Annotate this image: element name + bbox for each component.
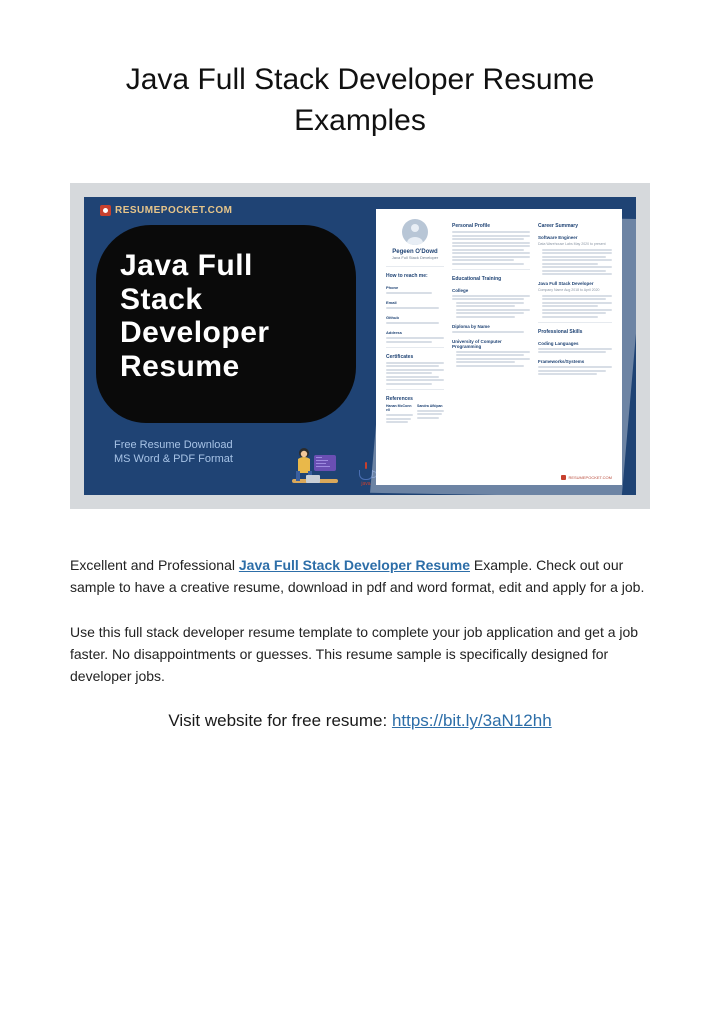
resume-role: Java Full Stack Developer [386, 255, 444, 260]
subheading-1: Free Resume Download [114, 439, 233, 451]
career-summary-heading: Career Summary [538, 223, 612, 229]
job1-dates: Data Warehouse Labs May 2020 to present [538, 242, 612, 247]
headline-line-1: Java Full [120, 249, 336, 283]
address-heading: Address [386, 330, 444, 335]
phone-heading: Phone [386, 285, 444, 290]
profile-heading: Personal Profile [452, 223, 530, 229]
headline-blob: Java Full Stack Developer Resume [96, 225, 356, 423]
headline-text: Java Full Stack Developer Resume [96, 225, 356, 383]
ref1-name: Hanan McConnell [386, 404, 413, 413]
university-heading: University of Computer Programming [452, 339, 530, 349]
github-heading: Github [386, 315, 444, 320]
paragraph-2: Use this full stack developer resume tem… [70, 622, 650, 687]
resume-preview-card: Pegeen O'Dowd Java Full Stack Developer … [376, 209, 622, 485]
headline-line-3: Developer [120, 316, 336, 350]
diploma-heading: Diploma by Name [452, 324, 530, 329]
references-heading: References [386, 396, 444, 402]
para1-a: Excellent and Professional [70, 557, 239, 573]
subheading-2: MS Word & PDF Format [114, 453, 233, 465]
cta-line: Visit website for free resume: https://b… [70, 711, 650, 731]
brand-logo: RESUMEPOCKET.COM [100, 205, 232, 216]
avatar-icon [402, 219, 428, 245]
person-illustration [286, 437, 348, 489]
college-heading: College [452, 288, 530, 293]
paragraph-1: Excellent and Professional Java Full Sta… [70, 555, 650, 598]
headline-line-2: Stack [120, 283, 336, 317]
frameworks-heading: Frameworks/Systems [538, 359, 612, 364]
reach-heading: How to reach me: [386, 273, 444, 279]
ref2-name: Sandra Afkipan [417, 404, 444, 409]
hero-banner: RESUMEPOCKET.COM Java Full Stack Develop… [84, 197, 636, 495]
hero-image: RESUMEPOCKET.COM Java Full Stack Develop… [70, 183, 650, 509]
email-heading: Email [386, 300, 444, 305]
resume-link[interactable]: Java Full Stack Developer Resume [239, 557, 470, 573]
resume-footer-brand-text: RESUMEPOCKET.COM [568, 475, 612, 480]
job2-dates: Company Name Aug 2018 to April 2020 [538, 288, 612, 293]
cta-url-link[interactable]: https://bit.ly/3aN12hh [392, 711, 552, 730]
job1-heading: Software Engineer [538, 235, 612, 240]
skills-heading: Professional Skills [538, 329, 612, 335]
page-title: Java Full Stack Developer Resume Example… [70, 60, 650, 141]
languages-heading: Coding Languages [538, 341, 612, 346]
brand-text: RESUMEPOCKET.COM [115, 205, 232, 216]
cta-text: Visit website for free resume: [168, 711, 392, 730]
job2-heading: Java Full Stack Developer [538, 281, 612, 286]
certificates-heading: Certificates [386, 354, 444, 360]
headline-line-4: Resume [120, 350, 336, 384]
education-heading: Educational Training [452, 276, 530, 282]
resume-footer-brand: RESUMEPOCKET.COM [561, 475, 612, 480]
brand-icon [100, 205, 111, 216]
